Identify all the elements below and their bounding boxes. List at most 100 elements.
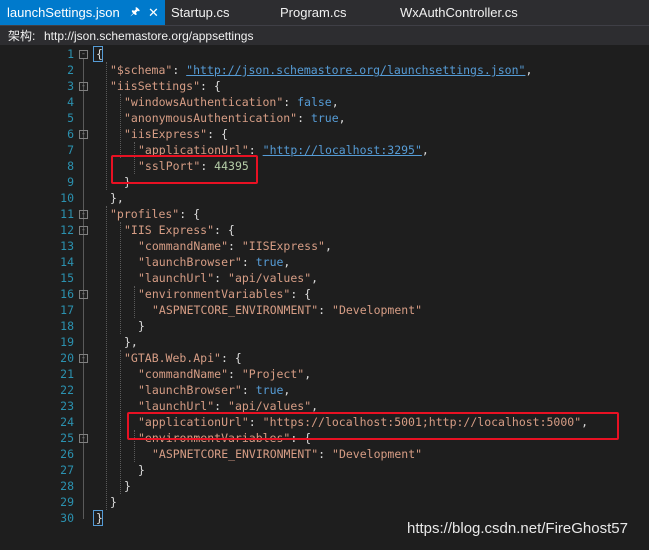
- code-token: "IISExpress": [241, 239, 325, 253]
- line-number: 8: [67, 159, 74, 173]
- code-token: ,: [421, 143, 429, 157]
- tab-label: WxAuthController.cs: [400, 5, 518, 20]
- line-number: 26: [60, 447, 74, 461]
- code-text: "ASPNETCORE_ENVIRONMENT": "Development": [152, 302, 422, 318]
- code-line: 21 "commandName": "Project",: [0, 366, 649, 382]
- line-number: 24: [60, 415, 74, 429]
- code-token: "ASPNETCORE_ENVIRONMENT": [152, 303, 319, 317]
- code-token: :: [297, 111, 311, 125]
- code-text: }: [110, 494, 117, 510]
- code-line: 13 "commandName": "IISExpress",: [0, 238, 649, 254]
- code-line: 19},: [0, 334, 649, 350]
- line-number: 5: [67, 111, 74, 125]
- code-line: 15 "launchUrl": "api/values",: [0, 270, 649, 286]
- code-token: "http://localhost:3295": [262, 143, 422, 157]
- fold-toggle-icon[interactable]: -: [79, 226, 88, 235]
- code-token: :: [318, 447, 333, 461]
- tab-launchsettings-json[interactable]: launchSettings.json 🖈 ✕: [0, 0, 165, 25]
- fold-toggle-icon[interactable]: -: [79, 434, 88, 443]
- code-line: 5 "anonymousAuthentication": true,: [0, 110, 649, 126]
- code-token: "windowsAuthentication": [124, 95, 284, 109]
- code-token: : {: [214, 223, 235, 237]
- code-token: }: [138, 319, 145, 333]
- indent-guide: [120, 94, 121, 158]
- line-number: 11: [60, 207, 74, 221]
- document-tab-bar: launchSettings.json 🖈 ✕ Startup.cs Progr…: [0, 0, 649, 25]
- indent-guide: [106, 62, 107, 190]
- schema-url[interactable]: http://json.schemastore.org/appsettings: [44, 27, 253, 45]
- fold-toggle-icon[interactable]: -: [79, 50, 88, 59]
- line-number: 17: [60, 303, 74, 317]
- code-text: "profiles": {: [110, 206, 200, 222]
- code-line: 7 "applicationUrl": "http://localhost:329…: [0, 142, 649, 158]
- code-text: "GTAB.Web.Api": {: [124, 350, 242, 366]
- fold-toggle-icon[interactable]: -: [79, 290, 88, 299]
- fold-toggle-icon[interactable]: -: [79, 82, 88, 91]
- line-number: 7: [67, 143, 74, 157]
- code-line: 8 "sslPort": 44395: [0, 158, 649, 174]
- tab-startup-cs[interactable]: Startup.cs: [165, 0, 275, 25]
- line-number: 15: [60, 271, 74, 285]
- code-token: "Development": [332, 303, 423, 317]
- code-token: ,: [304, 367, 312, 381]
- line-number: 28: [60, 479, 74, 493]
- brace-match-marker: [93, 510, 103, 526]
- code-token: "GTAB.Web.Api": [124, 351, 221, 365]
- code-token: :: [241, 383, 256, 397]
- code-editor[interactable]: 1{-2 "$schema": "http://json.schemastore.…: [0, 45, 649, 550]
- code-token: ,: [283, 255, 291, 269]
- code-text: "commandName": "Project",: [138, 366, 311, 382]
- code-token: "launchUrl": [138, 271, 215, 285]
- code-text: "environmentVariables": {: [138, 286, 311, 302]
- code-token: true: [255, 255, 284, 269]
- code-token: "api/values": [228, 271, 312, 285]
- line-number: 6: [67, 127, 74, 141]
- code-text: "launchUrl": "api/values",: [138, 270, 318, 286]
- code-token: :: [228, 367, 242, 381]
- indent-guide: [120, 222, 121, 334]
- code-token: :: [228, 239, 242, 253]
- line-number: 1: [67, 47, 74, 61]
- line-number: 29: [60, 495, 74, 509]
- code-token: : {: [290, 287, 312, 301]
- code-token: ,: [283, 383, 291, 397]
- schema-bar: 架构: http://json.schemastore.org/appsetti…: [0, 25, 649, 45]
- code-token: }: [110, 495, 117, 509]
- code-token: true: [310, 111, 339, 125]
- highlight-ssl-port: [111, 155, 258, 184]
- code-line: 27}: [0, 462, 649, 478]
- code-line: 10},: [0, 190, 649, 206]
- code-text: "launchBrowser": true,: [138, 382, 290, 398]
- fold-toggle-icon[interactable]: -: [79, 354, 88, 363]
- close-icon[interactable]: ✕: [148, 0, 159, 25]
- code-line: 18}: [0, 318, 649, 334]
- code-text: "iisExpress": {: [124, 126, 228, 142]
- code-token: ,: [525, 63, 533, 77]
- code-line: 28}: [0, 478, 649, 494]
- code-token: "anonymousAuthentication": [124, 111, 298, 125]
- line-number: 25: [60, 431, 74, 445]
- tab-label: Program.cs: [280, 5, 347, 20]
- code-line: 4 "windowsAuthentication": false,: [0, 94, 649, 110]
- schema-label: 架构:: [8, 29, 36, 43]
- fold-toggle-icon[interactable]: -: [79, 130, 88, 139]
- code-text: },: [110, 190, 124, 206]
- code-token: "commandName": [138, 239, 229, 253]
- line-number: 14: [60, 255, 74, 269]
- tab-program-cs[interactable]: Program.cs: [275, 0, 395, 25]
- code-text: "windowsAuthentication": false,: [124, 94, 339, 110]
- code-line: 26 "ASPNETCORE_ENVIRONMENT": "Development…: [0, 446, 649, 462]
- line-number: 16: [60, 287, 74, 301]
- code-token: ,: [331, 95, 339, 109]
- pin-icon[interactable]: 🖈: [130, 0, 140, 25]
- watermark: https://blog.csdn.net/FireGhost57: [407, 520, 628, 537]
- fold-toggle-icon[interactable]: -: [79, 210, 88, 219]
- line-number: 9: [67, 175, 74, 189]
- line-number: 19: [60, 335, 74, 349]
- code-token: ,: [311, 271, 319, 285]
- line-number: 12: [60, 223, 74, 237]
- tab-wxauthcontroller-cs[interactable]: WxAuthController.cs: [395, 0, 545, 25]
- code-token: :: [214, 271, 229, 285]
- code-text: "ASPNETCORE_ENVIRONMENT": "Development": [152, 446, 422, 462]
- code-token: ,: [338, 111, 346, 125]
